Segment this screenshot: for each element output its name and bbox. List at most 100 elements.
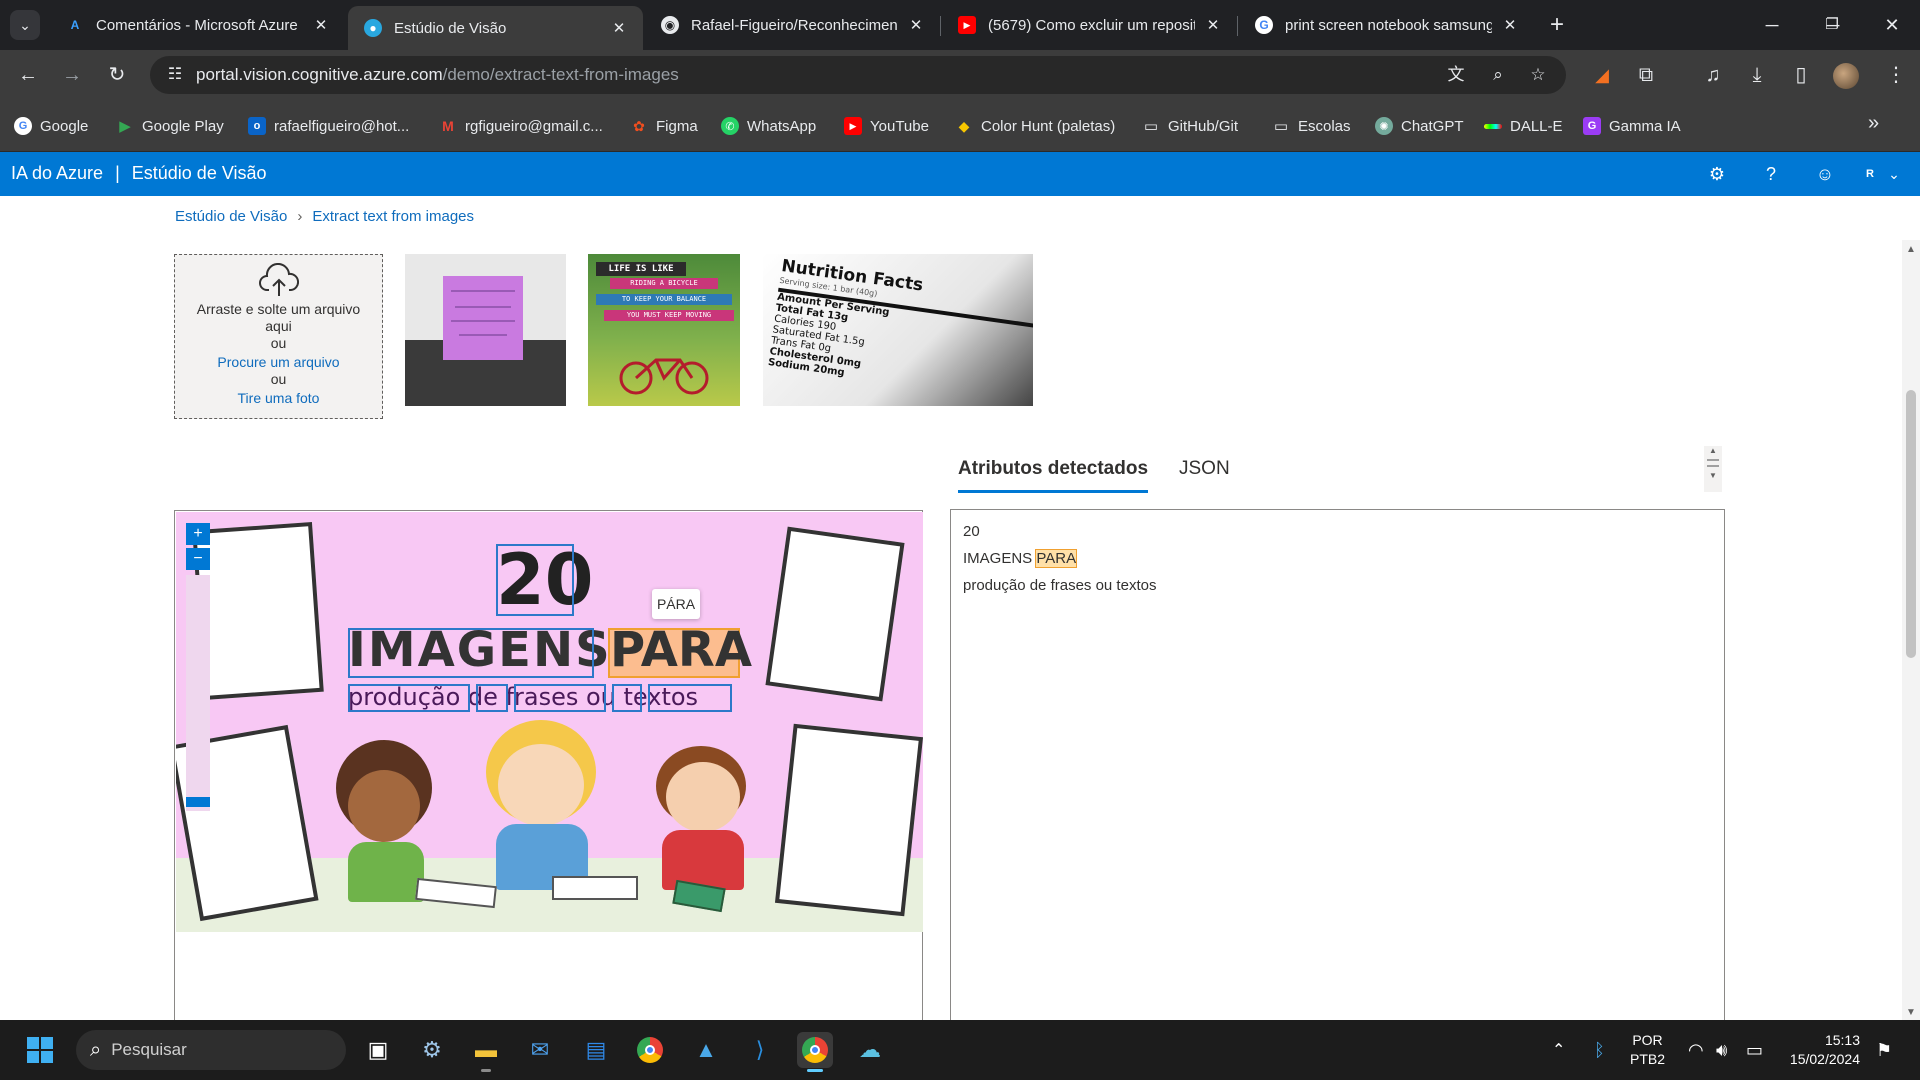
reload-icon[interactable]: ↻ bbox=[101, 59, 133, 91]
tabs-overflow-scroller[interactable]: ▲ ▼ bbox=[1704, 446, 1722, 492]
tab-github[interactable]: ◉ Rafael-Figueiro/Reconheciment ✕ bbox=[645, 8, 940, 42]
cloud-app-icon[interactable]: ☁ bbox=[852, 1032, 888, 1068]
page-scrollbar[interactable]: ▲ ▼ bbox=[1902, 240, 1920, 1020]
bookmark-gamma[interactable]: G Gamma IA bbox=[1583, 114, 1681, 138]
media-control-icon[interactable]: ♫ bbox=[1697, 59, 1729, 91]
bookmark-outlook[interactable]: o rafaelfigueiro@hot... bbox=[248, 114, 409, 138]
tab-search-button[interactable]: ⌄ bbox=[10, 10, 40, 40]
scrollbar-thumb[interactable] bbox=[1906, 390, 1916, 658]
zoom-slider-thumb[interactable] bbox=[186, 797, 210, 807]
feedback-smiley-icon[interactable]: ☺ bbox=[1813, 162, 1837, 186]
detection-box-de[interactable] bbox=[476, 684, 508, 712]
forward-icon[interactable]: → bbox=[56, 59, 88, 91]
bookmark-figma[interactable]: ✿ Figma bbox=[630, 114, 698, 138]
bookmark-google[interactable]: G Google bbox=[14, 114, 88, 138]
scroll-down-icon[interactable]: ▼ bbox=[1704, 471, 1722, 480]
clock[interactable]: 15:13 15/02/2024 bbox=[1786, 1020, 1860, 1080]
bluetooth-icon[interactable]: ᛒ bbox=[1594, 1020, 1605, 1080]
close-icon[interactable]: ✕ bbox=[1500, 16, 1520, 34]
close-icon[interactable]: ✕ bbox=[609, 19, 629, 37]
back-icon[interactable]: ← bbox=[12, 59, 44, 91]
new-tab-button[interactable]: + bbox=[1542, 10, 1572, 40]
bookmark-star-icon[interactable]: ☆ bbox=[1526, 64, 1550, 86]
more-bookmarks-icon[interactable]: » bbox=[1868, 112, 1879, 135]
browse-file-link[interactable]: Procure um arquivo bbox=[175, 354, 382, 371]
profile-avatar[interactable] bbox=[1833, 63, 1859, 89]
bookmark-escolas-folder[interactable]: ▭ Escolas bbox=[1272, 114, 1351, 138]
close-icon[interactable]: ✕ bbox=[906, 16, 926, 34]
wifi-icon[interactable]: ◠ bbox=[1688, 1020, 1704, 1080]
bookmark-gmail[interactable]: M rgfigueiro@gmail.c... bbox=[439, 114, 603, 138]
close-window-button[interactable]: ✕ bbox=[1862, 0, 1920, 50]
file-dropzone[interactable]: Arraste e solte um arquivo aqui ou Procu… bbox=[174, 254, 383, 419]
vscode-app-icon[interactable]: ⟩ bbox=[742, 1032, 778, 1068]
chrome-active-icon[interactable] bbox=[797, 1032, 833, 1072]
bookmark-youtube[interactable]: ▶ YouTube bbox=[844, 114, 929, 138]
help-icon[interactable]: ? bbox=[1759, 162, 1783, 186]
tab-google-search[interactable]: G print screen notebook samsung ✕ bbox=[1239, 8, 1534, 42]
result-highlighted-word[interactable]: PARA bbox=[1035, 549, 1078, 568]
language-indicator[interactable]: POR PTB2 bbox=[1630, 1020, 1665, 1080]
taskbar-search[interactable]: ⌕ Pesquisar bbox=[76, 1030, 346, 1070]
battery-icon[interactable]: ▭ bbox=[1746, 1020, 1763, 1080]
minimize-button-2[interactable]: ─ bbox=[1742, 0, 1802, 50]
tab-json[interactable]: JSON bbox=[1179, 458, 1230, 490]
sample-image-bicycle[interactable]: LIFE IS LIKE RIDING A BICYCLE TO KEEP YO… bbox=[588, 254, 740, 406]
tab-youtube[interactable]: ▶ (5679) Como excluir um reposit ✕ bbox=[942, 8, 1237, 42]
breadcrumb-current[interactable]: Extract text from images bbox=[312, 208, 474, 225]
notepad-app-icon[interactable]: ▤ bbox=[578, 1032, 614, 1068]
tab-detected-attributes[interactable]: Atributos detectados bbox=[958, 458, 1149, 493]
photos-app-icon[interactable]: ▲ bbox=[688, 1032, 724, 1068]
notifications-icon[interactable]: ⚑ bbox=[1876, 1020, 1892, 1080]
result-text[interactable]: produção de frases ou textos bbox=[963, 577, 1156, 594]
extensions-puzzle-icon[interactable]: ⧉ bbox=[1630, 59, 1662, 91]
scroll-up-icon[interactable]: ▲ bbox=[1704, 446, 1722, 455]
sample-image-sticky-note[interactable] bbox=[405, 254, 566, 406]
take-photo-link[interactable]: Tire uma foto bbox=[175, 390, 382, 407]
detection-box-number[interactable] bbox=[496, 544, 574, 616]
menu-kebab-icon[interactable]: ⋮ bbox=[1880, 59, 1912, 91]
bookmark-chatgpt[interactable]: ✺ ChatGPT bbox=[1375, 114, 1464, 138]
detection-box-imagens[interactable] bbox=[348, 628, 594, 678]
scroll-up-icon[interactable]: ▲ bbox=[1902, 244, 1920, 255]
translate-icon[interactable]: 文 bbox=[1444, 64, 1468, 86]
tab-azure-comments[interactable]: A Comentários - Microsoft Azure ✕ bbox=[50, 8, 345, 42]
extension-icon[interactable]: ◢ bbox=[1586, 59, 1618, 91]
windows-start-icon[interactable] bbox=[22, 1032, 58, 1068]
bookmark-github-folder[interactable]: ▭ GitHub/Git bbox=[1142, 114, 1238, 138]
close-icon[interactable]: ✕ bbox=[1203, 16, 1223, 34]
file-explorer-icon[interactable]: ▬ bbox=[468, 1032, 504, 1072]
detection-box-frases[interactable] bbox=[514, 684, 606, 712]
zoom-icon[interactable]: ⌕ bbox=[1486, 64, 1510, 86]
user-initial[interactable]: R bbox=[1858, 162, 1882, 186]
zoom-out-button[interactable]: − bbox=[186, 548, 210, 570]
scroll-down-icon[interactable]: ▼ bbox=[1902, 1007, 1920, 1018]
settings-app-icon[interactable]: ⚙ bbox=[414, 1032, 450, 1068]
zoom-slider-track[interactable] bbox=[186, 575, 210, 811]
bookmark-color-hunt[interactable]: ◆ Color Hunt (paletas) bbox=[955, 114, 1116, 138]
result-text[interactable]: IMAGENS bbox=[963, 550, 1036, 567]
bookmark-google-play[interactable]: ▶ Google Play bbox=[116, 114, 224, 138]
result-text[interactable]: 20 bbox=[963, 523, 980, 540]
mail-app-icon[interactable]: ✉ bbox=[522, 1032, 558, 1068]
close-icon[interactable]: ✕ bbox=[311, 16, 331, 34]
download-icon[interactable]: ⤓ bbox=[1741, 59, 1773, 91]
detection-box-ou[interactable] bbox=[612, 684, 642, 712]
tray-overflow-icon[interactable]: ⌃ bbox=[1552, 1020, 1565, 1080]
bookmark-whatsapp[interactable]: ✆ WhatsApp bbox=[721, 114, 816, 138]
bookmark-dalle[interactable]: DALL-E bbox=[1484, 114, 1563, 138]
address-bar[interactable]: ☷ portal.vision.cognitive.azure.com/demo… bbox=[150, 56, 1566, 94]
brand-link[interactable]: IA do Azure bbox=[11, 163, 103, 183]
volume-icon[interactable]: 🔊︎ bbox=[1716, 1020, 1727, 1080]
settings-gear-icon[interactable]: ⚙ bbox=[1705, 162, 1729, 186]
site-settings-icon[interactable]: ☷ bbox=[164, 64, 186, 86]
breadcrumb-home[interactable]: Estúdio de Visão bbox=[175, 208, 287, 225]
tab-vision-studio[interactable]: ● Estúdio de Visão ✕ bbox=[348, 6, 643, 50]
product-link[interactable]: Estúdio de Visão bbox=[132, 163, 267, 183]
chrome-app-icon[interactable] bbox=[632, 1032, 668, 1068]
zoom-in-button[interactable]: + bbox=[186, 523, 210, 545]
detection-box-producao[interactable] bbox=[348, 684, 470, 712]
restore-button[interactable]: ❐ bbox=[1802, 0, 1862, 50]
chevron-down-icon[interactable]: ⌄ bbox=[1882, 162, 1906, 186]
task-view-icon[interactable]: ▣ bbox=[360, 1032, 396, 1068]
